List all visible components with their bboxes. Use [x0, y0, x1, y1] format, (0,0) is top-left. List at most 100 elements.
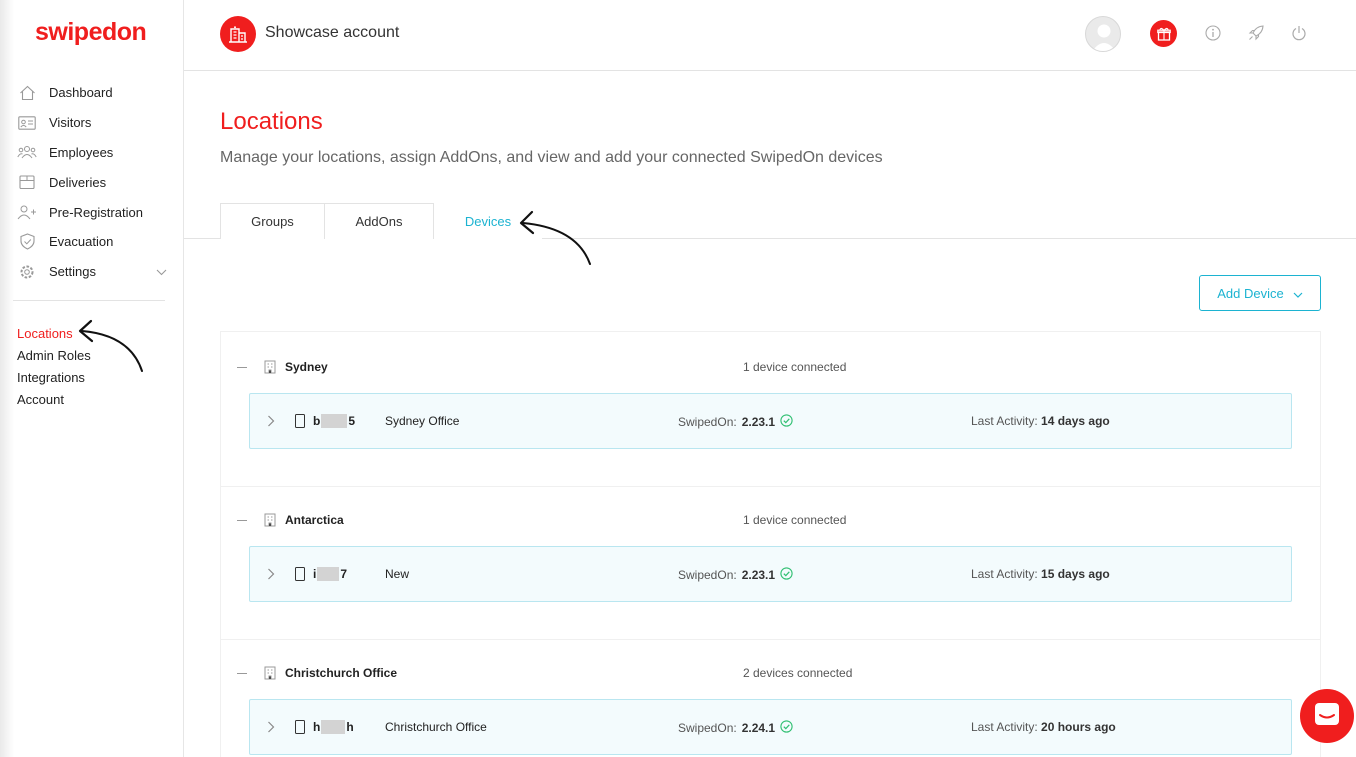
app-version: SwipedOn: 2.24.1 [678, 720, 793, 736]
last-activity: Last Activity: 14 days ago [971, 414, 1110, 428]
last-activity: Last Activity: 20 hours ago [971, 720, 1116, 734]
id-card-icon [17, 113, 37, 133]
tablet-icon [295, 567, 305, 581]
building-icon [264, 360, 276, 374]
add-device-label: Add Device [1217, 285, 1284, 301]
tab-addons[interactable]: AddOns [325, 203, 434, 239]
sidebar-item-employees[interactable]: Employees [17, 138, 167, 168]
sidebar-item-label: Dashboard [49, 85, 113, 101]
info-icon[interactable] [1204, 24, 1222, 42]
version-label: SwipedOn: [678, 721, 737, 735]
sidebar-shadow [0, 0, 14, 757]
sidebar-item-dashboard[interactable]: Dashboard [17, 78, 167, 108]
device-count: 2 devices connected [743, 666, 853, 680]
group-header: Christchurch Office 2 devices connected [220, 654, 1321, 694]
collapse-icon[interactable] [237, 520, 247, 521]
main-nav: Dashboard Visitors Employees Deliveries … [17, 78, 167, 287]
shield-icon [17, 232, 37, 252]
group-name: Sydney [285, 360, 328, 374]
chevron-right-icon[interactable] [267, 567, 277, 581]
check-circle-icon [780, 567, 793, 583]
app-version: SwipedOn: 2.23.1 [678, 567, 793, 583]
tab-bar: Groups AddOns Devices [220, 203, 542, 239]
group-header: Antarctica 1 device connected [220, 501, 1321, 541]
activity-label: Last Activity: [971, 720, 1038, 734]
device-name: Christchurch Office [385, 720, 487, 734]
activity-value: 15 days ago [1041, 567, 1110, 581]
nav-divider [13, 300, 165, 301]
chevron-right-icon[interactable] [267, 414, 277, 428]
version-label: SwipedOn: [678, 415, 737, 429]
sidebar: swipedon Dashboard Visitors Employees De… [0, 0, 184, 757]
device-id: i7 [313, 567, 347, 581]
last-activity: Last Activity: 15 days ago [971, 567, 1110, 581]
top-header: Showcase account [184, 0, 1356, 71]
version-value: 2.24.1 [741, 721, 776, 735]
sidebar-item-pre-registration[interactable]: Pre-Registration [17, 197, 167, 227]
device-id-end: h [346, 720, 354, 734]
collapse-icon[interactable] [237, 367, 247, 368]
device-id: hh [313, 720, 354, 734]
box-icon [17, 172, 37, 192]
gift-icon[interactable] [1150, 20, 1177, 47]
activity-label: Last Activity: [971, 567, 1038, 581]
check-circle-icon [780, 720, 793, 736]
building-icon [264, 666, 276, 680]
account-name[interactable]: Showcase account [265, 24, 399, 42]
version-label: SwipedOn: [678, 568, 737, 582]
version-value: 2.23.1 [741, 415, 776, 429]
device-row[interactable]: hh Christchurch Office SwipedOn: 2.24.1 … [249, 699, 1292, 755]
tab-groups[interactable]: Groups [220, 203, 325, 239]
chevron-down-icon[interactable] [156, 264, 167, 279]
chevron-right-icon[interactable] [267, 720, 277, 734]
chat-launcher-button[interactable] [1300, 689, 1354, 743]
sidebar-item-evacuation[interactable]: Evacuation [17, 227, 167, 257]
device-id-end: 5 [348, 414, 356, 428]
annotation-arrow-devices [519, 210, 591, 265]
annotation-arrow-locations [78, 319, 143, 372]
device-count: 1 device connected [743, 513, 847, 527]
power-icon[interactable] [1290, 24, 1308, 42]
sidebar-item-label: Pre-Registration [49, 204, 143, 220]
version-value: 2.23.1 [741, 568, 776, 582]
device-id-start: h [313, 720, 321, 734]
sidebar-item-label: Visitors [49, 115, 92, 131]
sidebar-item-settings[interactable]: Settings [17, 257, 167, 287]
device-row[interactable]: i7 New SwipedOn: 2.23.1 Last Activity: 1… [249, 546, 1292, 602]
sidebar-item-deliveries[interactable]: Deliveries [17, 167, 167, 197]
group-header: Sydney 1 device connected [220, 348, 1321, 388]
rocket-icon[interactable] [1247, 24, 1265, 42]
people-icon [17, 142, 37, 162]
sidebar-item-label: Employees [49, 144, 114, 160]
device-id: b5 [313, 414, 355, 428]
tablet-icon [295, 720, 305, 734]
chevron-down-icon [1293, 286, 1303, 301]
page-subtitle: Manage your locations, assign AddOns, an… [220, 149, 883, 166]
check-circle-icon [780, 414, 793, 430]
collapse-icon[interactable] [237, 673, 247, 674]
device-count: 1 device connected [743, 360, 847, 374]
swipedon-logo[interactable]: swipedon [35, 18, 147, 47]
home-icon [17, 83, 37, 103]
building-icon [264, 513, 276, 527]
avatar[interactable] [1085, 16, 1121, 52]
tablet-icon [295, 414, 305, 428]
device-name: Sydney Office [385, 414, 460, 428]
add-device-button[interactable]: Add Device [1199, 275, 1321, 311]
sidebar-item-label: Evacuation [49, 234, 114, 250]
sidebar-subitem-account[interactable]: Account [17, 388, 91, 410]
group-name: Christchurch Office [285, 666, 398, 680]
add-person-icon [17, 202, 37, 222]
activity-value: 20 hours ago [1041, 720, 1116, 734]
device-row[interactable]: b5 Sydney Office SwipedOn: 2.23.1 Last A… [249, 393, 1292, 449]
device-name: New [385, 567, 410, 581]
device-id-start: b [313, 414, 321, 428]
sidebar-item-visitors[interactable]: Visitors [17, 108, 167, 138]
gear-icon [17, 262, 37, 282]
redacted-block [317, 567, 340, 581]
sidebar-item-label: Deliveries [49, 174, 107, 190]
app-version: SwipedOn: 2.23.1 [678, 414, 793, 430]
chat-icon [1314, 702, 1340, 731]
sidebar-item-label: Settings [49, 264, 96, 280]
device-id-start: i [313, 567, 317, 581]
